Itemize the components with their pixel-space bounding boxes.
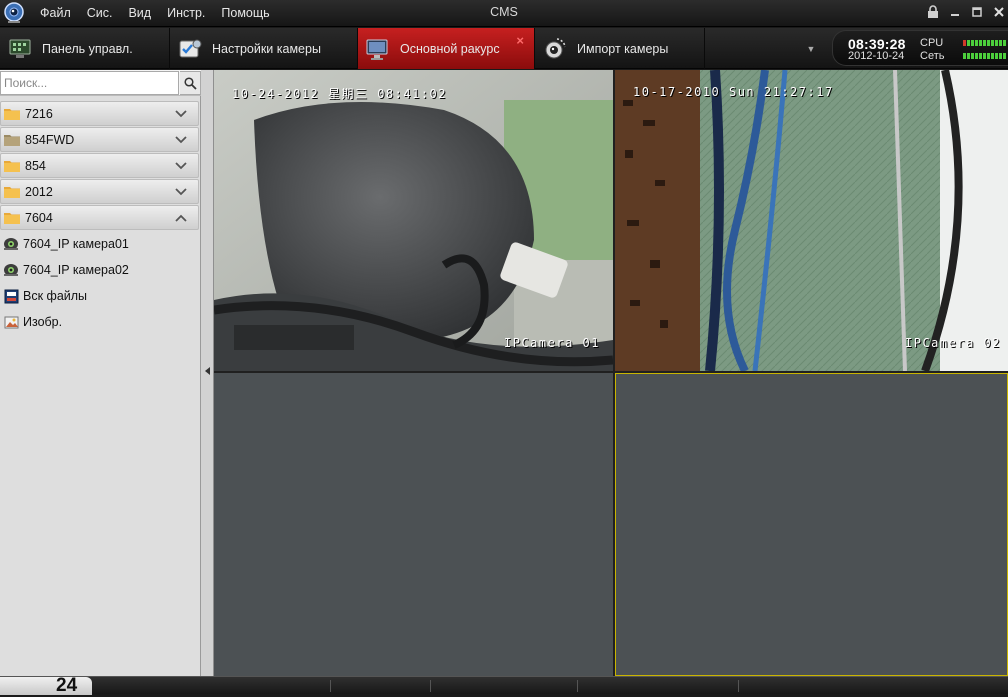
tree-group-label: 854 [25,158,46,173]
menu-file[interactable]: Файл [32,0,79,27]
tree-group-label: 7216 [25,106,53,121]
bottom-toolbar: 24 [0,675,1008,696]
net-meter [963,53,1007,59]
video-cell-4[interactable] [615,373,1008,676]
folder-icon [4,213,20,224]
video-cell-3[interactable] [214,373,613,676]
tree-item-images[interactable]: Изобр. [0,309,200,335]
ip-camera-icon [3,236,19,252]
toolbar-divider [430,680,431,692]
device-tree-panel: 7216 854FWD 854 2012 7604 7604_IP [0,70,201,676]
tree-group-854[interactable]: 854 [0,153,199,178]
app-logo-icon[interactable] [2,1,26,25]
folder-icon [4,109,20,120]
tree-item-label: 7604_IP камера02 [23,263,129,277]
tab-label: Панель управл. [42,41,133,56]
toolbar-divider [738,680,739,692]
tab-overflow-chevron-icon[interactable]: ▼ [802,28,820,69]
search-input[interactable] [0,71,179,95]
menu-view[interactable]: Вид [120,0,159,27]
video-cell-1[interactable]: 10-24-2012 星期三 08:41:02 IPCamera 01 [214,70,613,371]
toolbar-divider [330,680,331,692]
tree-group-2012[interactable]: 2012 [0,179,199,204]
camera-2-name: IPCamera 02 [905,336,1001,350]
tab-camera-settings[interactable]: Настройки камеры [170,28,358,69]
camera-feed-2 [615,70,1008,371]
chevron-down-icon[interactable] [174,185,188,199]
video-grid: 10-24-2012 星期三 08:41:02 IPCamera 01 10-1… [214,70,1008,676]
device-tree: 7216 854FWD 854 2012 7604 7604_IP камера… [0,101,200,335]
tab-main-view[interactable]: Основной ракурс × [358,28,535,69]
tree-group-854fwd[interactable]: 854FWD [0,127,199,152]
tree-group-label: 7604 [25,210,53,225]
chevron-down-icon[interactable] [174,133,188,147]
tree-group-7216[interactable]: 7216 [0,101,199,126]
toolbar-divider [577,680,578,692]
collapse-arrow-icon[interactable] [205,367,210,375]
cpu-label: CPU [920,37,944,49]
search-bar [0,70,201,96]
folder-icon [4,187,20,198]
tree-item-camera-01[interactable]: 7604_IP камера01 [0,231,200,257]
folder-icon [4,161,20,172]
tab-control-panel[interactable]: Панель управл. [0,28,170,69]
menu-tools[interactable]: Инстр. [159,0,213,27]
tab-label: Основной ракурс [400,41,500,56]
clock-date: 2012-10-24 [848,50,905,62]
minimize-icon[interactable] [945,2,964,21]
bottom-counter-panel: 24 [0,675,92,696]
monitor-icon [364,35,392,63]
tab-close-icon[interactable]: × [516,33,524,48]
image-icon [3,314,19,330]
menu-system[interactable]: Сис. [79,0,121,27]
folder-icon [4,135,20,146]
control-panel-icon [6,35,34,63]
search-icon[interactable] [180,71,201,95]
camera-1-timestamp: 10-24-2012 星期三 08:41:02 [232,87,447,101]
net-label: Сеть [920,50,945,62]
camera-import-icon [541,35,569,63]
maximize-icon[interactable] [967,2,986,21]
camera-1-name: IPCamera 01 [504,336,600,350]
panel-splitter[interactable] [201,70,214,676]
camera-2-timestamp: 10-17-2010 Sun 21:27:17 [633,85,834,99]
chevron-down-icon[interactable] [174,159,188,173]
tree-group-7604[interactable]: 7604 [0,205,199,230]
close-icon[interactable] [989,2,1008,21]
tab-label: Импорт камеры [577,41,669,56]
tree-item-camera-02[interactable]: 7604_IP камера02 [0,257,200,283]
all-files-icon [3,288,19,304]
menu-help[interactable]: Помощь [213,0,277,27]
tree-item-all-files[interactable]: Вск файлы [0,283,200,309]
ip-camera-icon [3,262,19,278]
chevron-down-icon[interactable] [174,107,188,121]
video-cell-2[interactable]: 10-17-2010 Sun 21:27:17 IPCamera 02 [615,70,1008,371]
tree-item-label: Вск файлы [23,289,88,303]
tree-group-label: 2012 [25,184,53,199]
tree-item-label: Изобр. [23,315,63,329]
tree-item-label: 7604_IP камера01 [23,237,129,251]
title-bar: Файл Сис. Вид Инстр. Помощь CMS [0,0,1008,27]
camera-settings-icon [176,35,204,63]
window-controls [923,2,1008,21]
camera-feed-1 [214,70,613,371]
cpu-meter [963,40,1007,46]
tab-label: Настройки камеры [212,41,321,56]
tab-camera-import[interactable]: Импорт камеры [535,28,705,69]
lock-icon[interactable] [923,2,942,21]
tree-group-label: 854FWD [25,132,75,147]
tab-bar: Панель управл. Настройки камеры Основной… [0,28,1008,69]
chevron-up-icon[interactable] [174,211,188,225]
menu-bar: Файл Сис. Вид Инстр. Помощь [32,0,278,27]
status-panel: 08:39:28 2012-10-24 CPU Сеть [832,30,1008,66]
